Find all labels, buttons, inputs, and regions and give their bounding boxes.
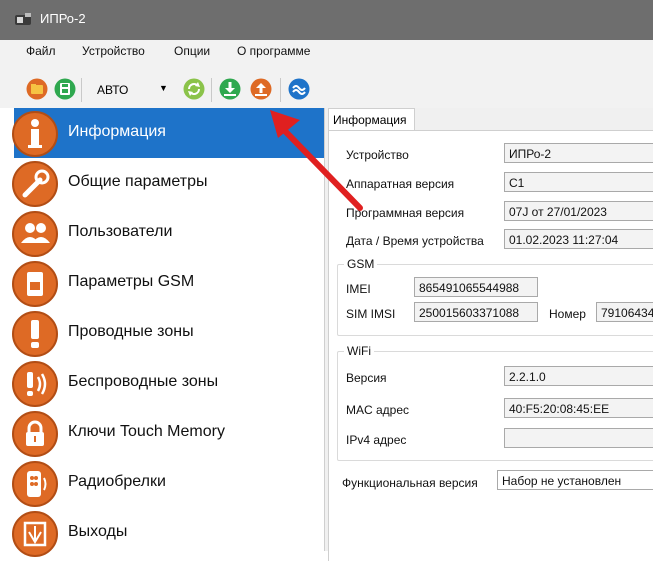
- info-panel: [328, 130, 653, 561]
- firmware-version-field: 07J от 27/01/2023: [504, 201, 653, 221]
- refresh-icon: [183, 78, 205, 100]
- wifi-version-label: Версия: [346, 371, 387, 385]
- sidebar-item-wired-zones[interactable]: Проводные зоны: [0, 308, 324, 358]
- info-icon: [12, 111, 58, 157]
- sidebar-item-label: Проводные зоны: [68, 323, 194, 340]
- save-button[interactable]: [54, 78, 76, 100]
- toolbar-separator: [81, 78, 82, 102]
- wireless-exclamation-icon: [12, 361, 58, 407]
- app-icon: [15, 13, 31, 25]
- output-icon: [12, 511, 58, 557]
- sidebar-item-label: Выходы: [68, 523, 128, 540]
- phone-number-label: Номер: [549, 307, 586, 321]
- folder-icon: [26, 78, 48, 100]
- save-icon: [54, 78, 76, 100]
- read-config-button[interactable]: [219, 78, 241, 100]
- sim-imsi-label: SIM IMSI: [346, 307, 396, 321]
- sidebar-item-label: Информация: [68, 123, 166, 140]
- wrench-icon: [12, 161, 58, 207]
- sim-card-icon: [12, 261, 58, 307]
- wifi-legend: WiFi: [344, 344, 374, 358]
- menu-bar: Файл Устройство Опции О программе: [0, 40, 653, 62]
- functional-version-select[interactable]: Набор не установлен: [497, 470, 653, 490]
- refresh-button[interactable]: [183, 78, 205, 100]
- title-bar: ИПРо-2: [0, 0, 653, 40]
- phone-number-value: 79106434: [601, 306, 653, 320]
- gsm-group: [337, 264, 653, 336]
- sim-imsi-field: 250015603371088: [414, 302, 538, 322]
- mode-select[interactable]: АВТО ▼: [89, 80, 171, 100]
- ipv4-address-field: [504, 428, 653, 448]
- sim-imsi-value: 250015603371088: [419, 306, 520, 320]
- sidebar-item-label: Пользователи: [68, 223, 173, 240]
- toolbar-separator: [280, 78, 281, 102]
- toolbar: АВТО ▼: [0, 62, 653, 109]
- firmware-version-value: 07J от 27/01/2023: [509, 205, 607, 219]
- mac-address-field: 40:F5:20:08:45:EE: [504, 398, 653, 418]
- sidebar-item-keyfobs[interactable]: Радиобрелки: [0, 458, 324, 508]
- sidebar-item-label: Ключи Touch Memory: [68, 423, 225, 440]
- connection-icon: [288, 78, 310, 100]
- write-config-button[interactable]: [250, 78, 272, 100]
- mac-address-value: 40:F5:20:08:45:EE: [509, 402, 610, 416]
- device-value: ИПРо-2: [509, 147, 552, 161]
- sidebar-item-touch-memory[interactable]: Ключи Touch Memory: [0, 408, 324, 458]
- menu-about[interactable]: О программе: [237, 44, 310, 58]
- mode-select-value: АВТО: [97, 83, 129, 97]
- device-datetime-field: 01.02.2023 11:27:04: [504, 229, 653, 249]
- menu-options[interactable]: Опции: [174, 44, 210, 58]
- functional-version-label: Функциональная версия: [342, 476, 478, 490]
- device-field: ИПРо-2: [504, 143, 653, 163]
- hardware-version-field: C1: [504, 172, 653, 192]
- exclamation-icon: [12, 311, 58, 357]
- device-datetime-value: 01.02.2023 11:27:04: [509, 233, 619, 247]
- window-title: ИПРо-2: [40, 11, 86, 26]
- sidebar-item-wireless-zones[interactable]: Беспроводные зоны: [0, 358, 324, 408]
- sidebar-item-label: Радиобрелки: [68, 473, 166, 490]
- functional-version-value: Набор не установлен: [502, 474, 622, 488]
- hardware-version-value: C1: [509, 176, 525, 190]
- imei-label: IMEI: [346, 282, 371, 296]
- users-icon: [12, 211, 58, 257]
- device-datetime-label: Дата / Время устройства: [346, 234, 484, 248]
- download-icon: [219, 78, 241, 100]
- menu-file[interactable]: Файл: [26, 44, 56, 58]
- phone-number-field: 79106434: [596, 302, 653, 322]
- chevron-down-icon: ▼: [159, 83, 168, 93]
- open-folder-button[interactable]: [26, 78, 48, 100]
- annotation-arrow-icon: [270, 110, 363, 211]
- sidebar-item-label: Общие параметры: [68, 173, 208, 190]
- toolbar-separator: [211, 78, 212, 102]
- sidebar-item-label: Параметры GSM: [68, 273, 195, 290]
- wifi-version-value: 2.2.1.0: [509, 370, 546, 384]
- connection-button[interactable]: [288, 78, 310, 100]
- imei-value: 865491065544988: [419, 281, 520, 295]
- upload-icon: [250, 78, 272, 100]
- sidebar-item-label: Беспроводные зоны: [68, 373, 219, 390]
- lock-icon: [12, 411, 58, 457]
- ipv4-address-label: IPv4 адрес: [346, 433, 407, 447]
- sidebar-item-gsm[interactable]: Параметры GSM: [0, 258, 324, 308]
- keyfob-icon: [12, 461, 58, 507]
- imei-field: 865491065544988: [414, 277, 538, 297]
- wifi-version-field: 2.2.1.0: [504, 366, 653, 386]
- gsm-legend: GSM: [344, 257, 378, 271]
- menu-device[interactable]: Устройство: [82, 44, 145, 58]
- mac-address-label: MAC адрес: [346, 403, 410, 417]
